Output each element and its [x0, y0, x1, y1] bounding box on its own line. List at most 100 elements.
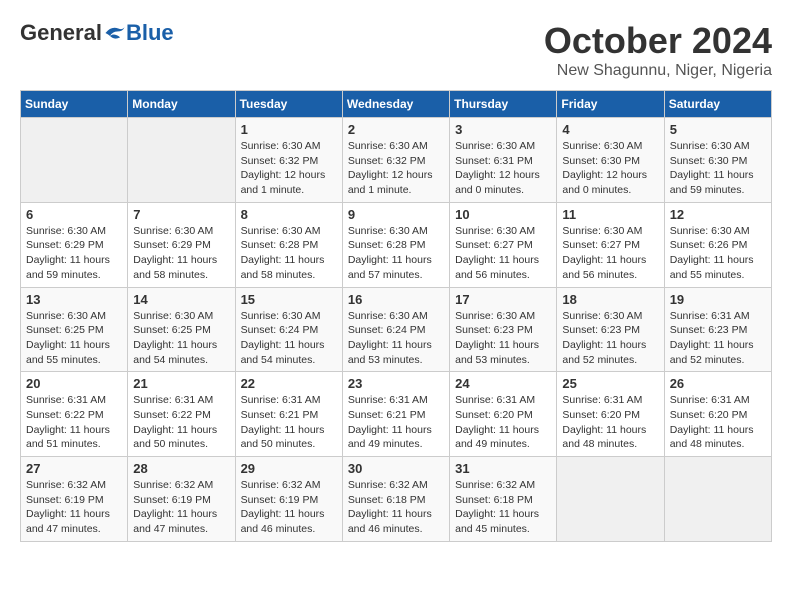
day-info: Sunrise: 6:30 AMSunset: 6:24 PMDaylight:… [241, 309, 337, 368]
day-info: Sunrise: 6:31 AMSunset: 6:20 PMDaylight:… [562, 393, 658, 452]
calendar-header-cell: Wednesday [342, 91, 449, 118]
calendar-body: 1Sunrise: 6:30 AMSunset: 6:32 PMDaylight… [21, 118, 772, 542]
calendar-day-cell: 30 Sunrise: 6:32 AMSunset: 6:18 PMDayligh… [342, 457, 449, 542]
day-number: 21 [133, 376, 229, 391]
calendar-day-cell: 2Sunrise: 6:30 AMSunset: 6:32 PMDaylight… [342, 118, 449, 203]
title-block: October 2024 New Shagunnu, Niger, Nigeri… [544, 20, 772, 80]
calendar-header-cell: Friday [557, 91, 664, 118]
day-number: 25 [562, 376, 658, 391]
day-info: Sunrise: 6:30 AMSunset: 6:28 PMDaylight:… [348, 224, 444, 283]
calendar-header-cell: Saturday [664, 91, 771, 118]
calendar-day-cell: 19 Sunrise: 6:31 AMSunset: 6:23 PMDayligh… [664, 287, 771, 372]
day-info: Sunrise: 6:31 AMSunset: 6:22 PMDaylight:… [133, 393, 229, 452]
calendar-day-cell: 9 Sunrise: 6:30 AMSunset: 6:28 PMDaylight… [342, 202, 449, 287]
calendar-day-cell: 7 Sunrise: 6:30 AMSunset: 6:29 PMDaylight… [128, 202, 235, 287]
day-number: 3 [455, 122, 551, 137]
calendar-header-row: SundayMondayTuesdayWednesdayThursdayFrid… [21, 91, 772, 118]
day-info: Sunrise: 6:30 AMSunset: 6:27 PMDaylight:… [562, 224, 658, 283]
page-header: General Blue October 2024 New Shagunnu, … [20, 20, 772, 80]
calendar-day-cell: 15 Sunrise: 6:30 AMSunset: 6:24 PMDayligh… [235, 287, 342, 372]
day-number: 5 [670, 122, 766, 137]
day-info: Sunrise: 6:30 AMSunset: 6:25 PMDaylight:… [133, 309, 229, 368]
day-info: Sunrise: 6:31 AMSunset: 6:20 PMDaylight:… [670, 393, 766, 452]
day-number: 20 [26, 376, 122, 391]
calendar-day-cell: 10 Sunrise: 6:30 AMSunset: 6:27 PMDayligh… [450, 202, 557, 287]
calendar-day-cell: 18 Sunrise: 6:30 AMSunset: 6:23 PMDayligh… [557, 287, 664, 372]
calendar-day-cell: 22Sunrise: 6:31 AMSunset: 6:21 PMDayligh… [235, 372, 342, 457]
day-number: 14 [133, 292, 229, 307]
calendar-day-cell: 17Sunrise: 6:30 AMSunset: 6:23 PMDayligh… [450, 287, 557, 372]
calendar-day-cell [128, 118, 235, 203]
day-info: Sunrise: 6:30 AMSunset: 6:29 PMDaylight:… [133, 224, 229, 283]
day-info: Sunrise: 6:32 AMSunset: 6:19 PMDaylight:… [26, 478, 122, 537]
day-number: 10 [455, 207, 551, 222]
day-number: 6 [26, 207, 122, 222]
day-number: 27 [26, 461, 122, 476]
day-info: Sunrise: 6:31 AMSunset: 6:22 PMDaylight:… [26, 393, 122, 452]
day-number: 13 [26, 292, 122, 307]
calendar-day-cell: 20 Sunrise: 6:31 AMSunset: 6:22 PMDayligh… [21, 372, 128, 457]
calendar-day-cell: 1Sunrise: 6:30 AMSunset: 6:32 PMDaylight… [235, 118, 342, 203]
day-info: Sunrise: 6:30 AMSunset: 6:28 PMDaylight:… [241, 224, 337, 283]
calendar-day-cell: 28 Sunrise: 6:32 AMSunset: 6:19 PMDayligh… [128, 457, 235, 542]
day-number: 19 [670, 292, 766, 307]
calendar-day-cell: 27 Sunrise: 6:32 AMSunset: 6:19 PMDayligh… [21, 457, 128, 542]
calendar-day-cell: 24 Sunrise: 6:31 AMSunset: 6:20 PMDayligh… [450, 372, 557, 457]
day-number: 1 [241, 122, 337, 137]
calendar-header-cell: Monday [128, 91, 235, 118]
calendar-day-cell: 6 Sunrise: 6:30 AMSunset: 6:29 PMDaylight… [21, 202, 128, 287]
calendar-day-cell: 29 Sunrise: 6:32 AMSunset: 6:19 PMDayligh… [235, 457, 342, 542]
calendar-day-cell: 26Sunrise: 6:31 AMSunset: 6:20 PMDayligh… [664, 372, 771, 457]
logo: General Blue [20, 20, 174, 46]
day-info: Sunrise: 6:30 AMSunset: 6:31 PMDaylight:… [455, 139, 551, 198]
calendar-week-row: 1Sunrise: 6:30 AMSunset: 6:32 PMDaylight… [21, 118, 772, 203]
day-info: Sunrise: 6:32 AMSunset: 6:18 PMDaylight:… [348, 478, 444, 537]
day-number: 17 [455, 292, 551, 307]
day-number: 24 [455, 376, 551, 391]
day-number: 7 [133, 207, 229, 222]
day-info: Sunrise: 6:31 AMSunset: 6:20 PMDaylight:… [455, 393, 551, 452]
calendar-week-row: 13 Sunrise: 6:30 AMSunset: 6:25 PMDayligh… [21, 287, 772, 372]
day-info: Sunrise: 6:30 AMSunset: 6:30 PMDaylight:… [562, 139, 658, 198]
day-info: Sunrise: 6:30 AMSunset: 6:26 PMDaylight:… [670, 224, 766, 283]
day-info: Sunrise: 6:31 AMSunset: 6:21 PMDaylight:… [348, 393, 444, 452]
calendar-header-cell: Thursday [450, 91, 557, 118]
day-number: 28 [133, 461, 229, 476]
calendar-day-cell [664, 457, 771, 542]
location-title: New Shagunnu, Niger, Nigeria [544, 62, 772, 80]
day-number: 11 [562, 207, 658, 222]
calendar-week-row: 27 Sunrise: 6:32 AMSunset: 6:19 PMDayligh… [21, 457, 772, 542]
day-info: Sunrise: 6:31 AMSunset: 6:21 PMDaylight:… [241, 393, 337, 452]
calendar-day-cell: 25 Sunrise: 6:31 AMSunset: 6:20 PMDayligh… [557, 372, 664, 457]
calendar-day-cell [21, 118, 128, 203]
calendar-day-cell: 21 Sunrise: 6:31 AMSunset: 6:22 PMDayligh… [128, 372, 235, 457]
day-number: 9 [348, 207, 444, 222]
calendar-day-cell: 16Sunrise: 6:30 AMSunset: 6:24 PMDayligh… [342, 287, 449, 372]
day-info: Sunrise: 6:32 AMSunset: 6:18 PMDaylight:… [455, 478, 551, 537]
day-number: 16 [348, 292, 444, 307]
day-number: 31 [455, 461, 551, 476]
day-number: 18 [562, 292, 658, 307]
day-info: Sunrise: 6:32 AMSunset: 6:19 PMDaylight:… [133, 478, 229, 537]
day-info: Sunrise: 6:30 AMSunset: 6:23 PMDaylight:… [562, 309, 658, 368]
day-number: 29 [241, 461, 337, 476]
day-number: 15 [241, 292, 337, 307]
day-info: Sunrise: 6:30 AMSunset: 6:27 PMDaylight:… [455, 224, 551, 283]
day-info: Sunrise: 6:30 AMSunset: 6:29 PMDaylight:… [26, 224, 122, 283]
day-number: 30 [348, 461, 444, 476]
day-number: 4 [562, 122, 658, 137]
calendar-table: SundayMondayTuesdayWednesdayThursdayFrid… [20, 90, 772, 542]
calendar-day-cell: 23Sunrise: 6:31 AMSunset: 6:21 PMDayligh… [342, 372, 449, 457]
calendar-day-cell: 8Sunrise: 6:30 AMSunset: 6:28 PMDaylight… [235, 202, 342, 287]
calendar-week-row: 20 Sunrise: 6:31 AMSunset: 6:22 PMDayligh… [21, 372, 772, 457]
logo-blue-text: Blue [126, 20, 174, 46]
logo-general-text: General [20, 20, 102, 46]
day-info: Sunrise: 6:31 AMSunset: 6:23 PMDaylight:… [670, 309, 766, 368]
day-info: Sunrise: 6:32 AMSunset: 6:19 PMDaylight:… [241, 478, 337, 537]
calendar-day-cell: 31 Sunrise: 6:32 AMSunset: 6:18 PMDayligh… [450, 457, 557, 542]
calendar-day-cell: 3 Sunrise: 6:30 AMSunset: 6:31 PMDaylight… [450, 118, 557, 203]
calendar-day-cell: 5Sunrise: 6:30 AMSunset: 6:30 PMDaylight… [664, 118, 771, 203]
calendar-day-cell: 13Sunrise: 6:30 AMSunset: 6:25 PMDayligh… [21, 287, 128, 372]
calendar-day-cell: 14 Sunrise: 6:30 AMSunset: 6:25 PMDayligh… [128, 287, 235, 372]
calendar-day-cell: 11 Sunrise: 6:30 AMSunset: 6:27 PMDayligh… [557, 202, 664, 287]
